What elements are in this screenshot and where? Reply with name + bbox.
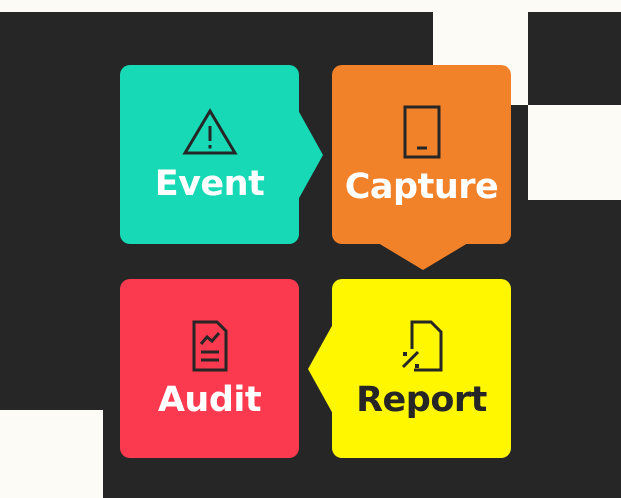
step-report-tile: Report bbox=[332, 279, 511, 458]
mobile-phone-icon bbox=[403, 105, 440, 159]
step-capture-label: Capture bbox=[344, 167, 499, 207]
clipboard-chart-icon bbox=[192, 320, 227, 372]
flow-pointers bbox=[298, 110, 468, 414]
capture-to-report-pointer bbox=[378, 243, 468, 270]
step-event-label: Event bbox=[154, 164, 265, 204]
step-event-tile: Event bbox=[120, 65, 299, 244]
document-percent-icon bbox=[401, 320, 442, 372]
step-audit-label: Audit bbox=[157, 380, 262, 420]
step-report-label: Report bbox=[356, 380, 487, 420]
event-to-capture-pointer bbox=[298, 110, 323, 200]
step-audit-tile: Audit bbox=[120, 279, 299, 458]
report-to-audit-pointer bbox=[308, 324, 333, 414]
warning-triangle-icon bbox=[181, 108, 238, 155]
step-capture-tile: Capture bbox=[332, 65, 511, 244]
